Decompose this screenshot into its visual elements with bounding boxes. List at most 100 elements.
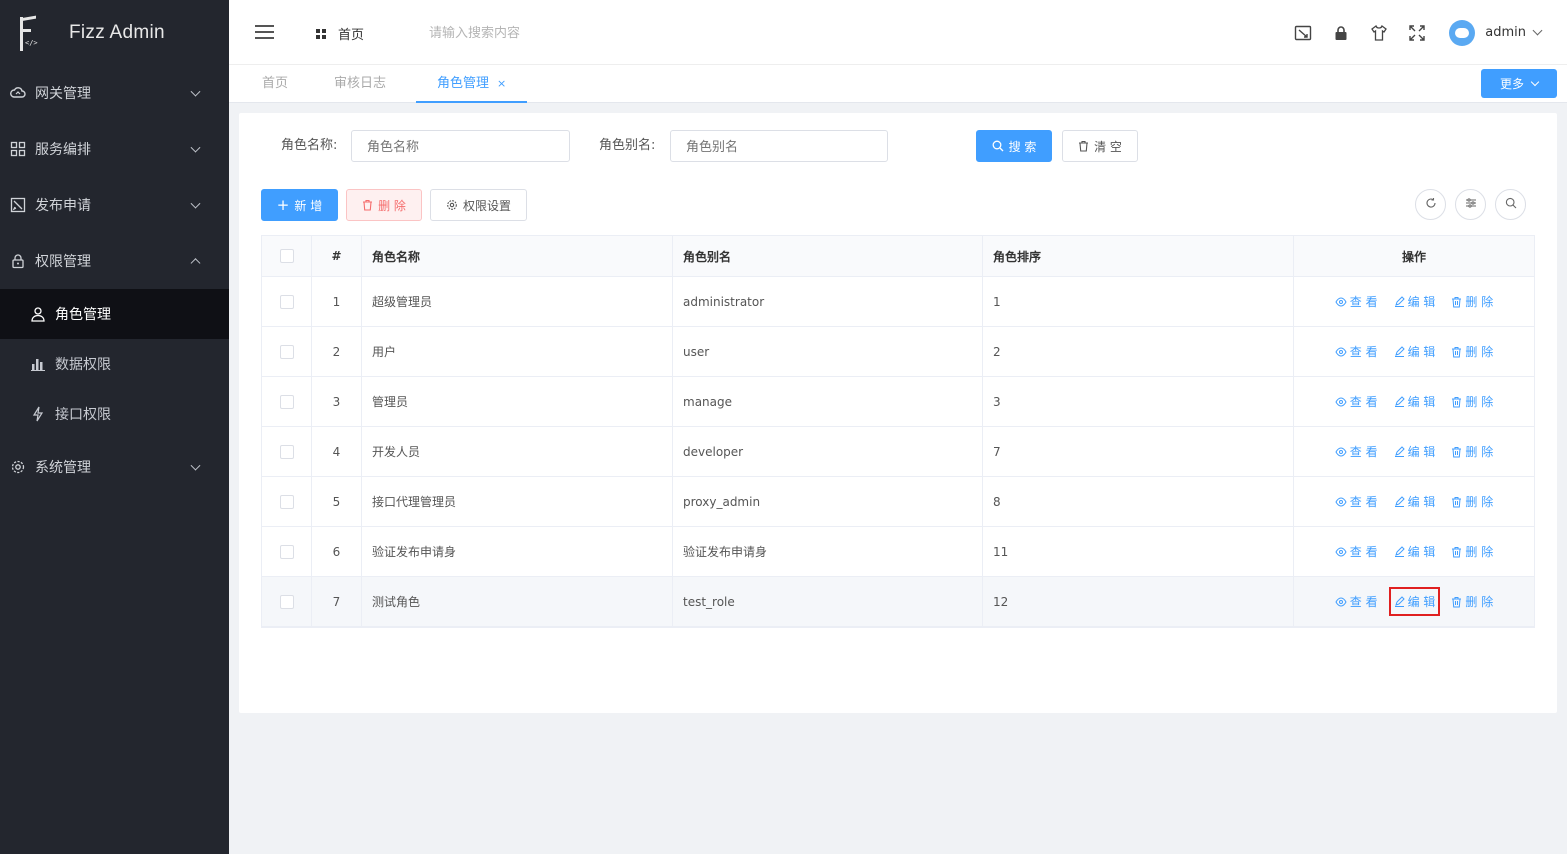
row-select-cell xyxy=(262,427,312,476)
view-button[interactable]: 查 看 xyxy=(1333,340,1380,363)
app-title: Fizz Admin xyxy=(69,21,165,43)
row-checkbox[interactable] xyxy=(279,544,294,559)
role-alias-input[interactable] xyxy=(670,130,888,162)
row-role-name: 开发人员 xyxy=(362,427,673,476)
sidebar-item-label: 权限管理 xyxy=(35,254,91,270)
edit-label: 编 辑 xyxy=(1407,445,1436,459)
row-role-name: 管理员 xyxy=(362,377,673,426)
add-button[interactable]: + 新 增 xyxy=(261,189,338,221)
permission-settings-label: 权限设置 xyxy=(462,198,511,213)
toggle-search-button[interactable] xyxy=(1495,189,1526,220)
row-operations: 查 看 编 辑 删 除 xyxy=(1294,377,1534,426)
sidebar-item-gateway[interactable]: 网关管理 xyxy=(0,65,229,121)
row-checkbox[interactable] xyxy=(279,494,294,509)
screen-lock-icon[interactable] xyxy=(1293,23,1313,43)
edit-button[interactable]: 编 辑 xyxy=(1392,340,1438,363)
logo-icon: </> xyxy=(16,13,42,53)
edit-label: 编 辑 xyxy=(1407,495,1436,509)
edit-button[interactable]: 编 辑 xyxy=(1392,490,1438,513)
tab-label: 审核日志 xyxy=(334,76,387,91)
delete-row-button[interactable]: 删 除 xyxy=(1449,340,1495,363)
edit-button[interactable]: 编 辑 xyxy=(1392,390,1438,413)
cloud-icon xyxy=(10,85,26,101)
table-row: 3 管理员 manage 3 查 看 编 辑 删 除 xyxy=(262,377,1534,427)
edit-button[interactable]: 编 辑 xyxy=(1392,290,1438,313)
tab-home[interactable]: 首页 xyxy=(262,65,288,103)
view-button[interactable]: 查 看 xyxy=(1333,390,1380,413)
menu-toggle-icon[interactable] xyxy=(255,25,274,39)
eye-icon xyxy=(1335,396,1347,407)
row-index: 5 xyxy=(312,477,362,526)
tab-audit-log[interactable]: 审核日志 xyxy=(334,65,386,103)
close-icon[interactable]: × xyxy=(497,77,506,90)
refresh-icon xyxy=(1425,197,1437,213)
role-name-input[interactable] xyxy=(351,130,570,162)
row-checkbox[interactable] xyxy=(279,594,294,609)
edit-button[interactable]: 编 辑 xyxy=(1388,587,1441,616)
header-role-name: 角色名称 xyxy=(362,236,673,276)
view-button[interactable]: 查 看 xyxy=(1333,540,1380,563)
sidebar-item-service[interactable]: 服务编排 xyxy=(0,121,229,177)
eye-icon xyxy=(1335,296,1347,307)
delete-row-button[interactable]: 删 除 xyxy=(1449,290,1495,313)
delete-row-button[interactable]: 删 除 xyxy=(1449,490,1495,513)
view-button[interactable]: 查 看 xyxy=(1333,590,1380,613)
sidebar-item-data-permission[interactable]: 数据权限 xyxy=(0,339,229,389)
delete-label: 删 除 xyxy=(1465,395,1494,409)
trash-icon xyxy=(362,199,373,211)
edit-button[interactable]: 编 辑 xyxy=(1392,540,1438,563)
tab-role-management[interactable]: 角色管理 × xyxy=(416,65,528,103)
apps-icon xyxy=(316,28,326,39)
row-role-alias: manage xyxy=(673,377,983,426)
view-button[interactable]: 查 看 xyxy=(1333,440,1380,463)
trash-icon xyxy=(1451,346,1462,358)
permission-settings-button[interactable]: 权限设置 xyxy=(430,189,527,221)
row-select-cell xyxy=(262,277,312,326)
avatar[interactable] xyxy=(1449,19,1476,46)
delete-row-button[interactable]: 删 除 xyxy=(1449,540,1495,563)
row-operations: 查 看 编 辑 删 除 xyxy=(1294,577,1534,626)
chevron-down-icon xyxy=(190,198,201,209)
sidebar-item-system[interactable]: 系统管理 xyxy=(0,439,229,495)
header-role-sort: 角色排序 xyxy=(983,236,1294,276)
theme-shirt-icon[interactable] xyxy=(1369,23,1389,43)
row-checkbox[interactable] xyxy=(279,294,294,309)
row-role-name: 接口代理管理员 xyxy=(362,477,673,526)
view-button[interactable]: 查 看 xyxy=(1333,290,1380,313)
delete-row-button[interactable]: 删 除 xyxy=(1449,440,1495,463)
row-index: 7 xyxy=(312,577,362,626)
sidebar-item-label: 系统管理 xyxy=(35,460,91,476)
sidebar-item-role-management[interactable]: 角色管理 xyxy=(0,289,229,339)
edit-button[interactable]: 编 辑 xyxy=(1392,440,1438,463)
view-button[interactable]: 查 看 xyxy=(1333,490,1380,513)
user-name[interactable]: admin xyxy=(1485,25,1526,40)
lock-icon[interactable] xyxy=(1331,23,1351,43)
home-link[interactable]: 首页 xyxy=(316,24,364,43)
search-button[interactable]: 搜 索 xyxy=(976,130,1052,162)
refresh-button[interactable] xyxy=(1415,189,1446,220)
sidebar-item-publish[interactable]: 发布申请 xyxy=(0,177,229,233)
row-role-name: 用户 xyxy=(362,327,673,376)
edit-label: 编 辑 xyxy=(1407,545,1436,559)
column-settings-button[interactable] xyxy=(1455,189,1486,220)
delete-row-button[interactable]: 删 除 xyxy=(1449,390,1495,413)
more-button[interactable]: 更多 xyxy=(1481,69,1557,98)
fullscreen-icon[interactable] xyxy=(1407,23,1427,43)
sidebar-item-permission[interactable]: 权限管理 xyxy=(0,233,229,289)
edit-label: 编 辑 xyxy=(1407,595,1436,609)
delete-row-button[interactable]: 删 除 xyxy=(1449,590,1495,613)
chevron-down-icon[interactable] xyxy=(1532,25,1543,36)
trash-icon xyxy=(1078,140,1089,152)
eye-icon xyxy=(1335,546,1347,557)
sidebar-item-api-permission[interactable]: 接口权限 xyxy=(0,389,229,439)
row-index: 1 xyxy=(312,277,362,326)
clear-button[interactable]: 清 空 xyxy=(1062,130,1138,162)
table-row: 6 验证发布申请身 验证发布申请身 11 查 看 编 辑 删 除 xyxy=(262,527,1534,577)
search-input[interactable] xyxy=(429,22,609,44)
sidebar: </> Fizz Admin 网关管理 服务编排 发布申请 权限管理 角色管理 … xyxy=(0,0,229,854)
row-checkbox[interactable] xyxy=(279,344,294,359)
select-all-checkbox[interactable] xyxy=(279,249,294,263)
delete-button[interactable]: 删 除 xyxy=(346,189,422,221)
row-checkbox[interactable] xyxy=(279,394,294,409)
row-checkbox[interactable] xyxy=(279,444,294,459)
